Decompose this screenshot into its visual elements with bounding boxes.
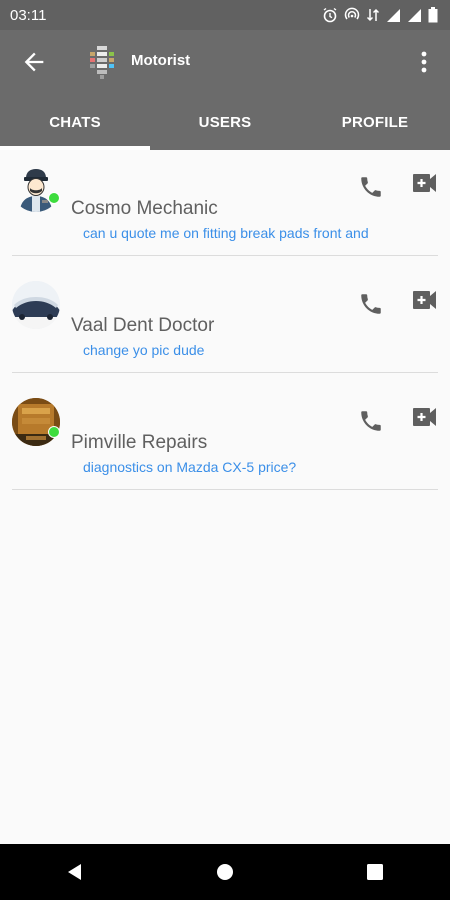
divider	[12, 372, 438, 373]
app-title: Motorist	[131, 52, 191, 69]
nav-home-button[interactable]	[195, 852, 255, 892]
chat-item-pimville-repairs[interactable]: Pimville Repairs diagnostics on Mazda CX…	[0, 384, 450, 501]
chat-contact-name: Cosmo Mechanic	[71, 198, 218, 219]
nav-recents-button[interactable]	[345, 852, 405, 892]
phone-icon[interactable]	[358, 408, 384, 434]
tab-chats[interactable]: CHATS	[0, 94, 150, 150]
tab-chats-label: CHATS	[49, 113, 101, 131]
divider	[12, 489, 438, 490]
chat-contact-name: Vaal Dent Doctor	[71, 315, 215, 336]
app-logo	[90, 46, 114, 79]
more-vert-icon[interactable]	[412, 48, 436, 76]
system-nav-bar	[0, 844, 450, 900]
chat-last-message: can u quote me on fitting break pads fro…	[83, 225, 369, 241]
chat-last-message: diagnostics on Mazda CX-5 price?	[83, 459, 297, 475]
online-status-dot	[48, 192, 60, 204]
tab-users[interactable]: USERS	[150, 94, 300, 150]
nav-back-button[interactable]	[45, 852, 105, 892]
back-triangle-icon	[68, 864, 81, 880]
chat-contact-name: Pimville Repairs	[71, 432, 208, 453]
signal-icon	[387, 8, 400, 22]
battery-icon	[428, 7, 438, 23]
phone-icon[interactable]	[358, 174, 384, 200]
app-bar: Motorist	[0, 30, 450, 94]
tab-users-label: USERS	[198, 113, 252, 131]
avatar[interactable]	[12, 164, 60, 212]
signal-icon	[408, 8, 421, 22]
hotspot-icon	[344, 7, 360, 20]
chat-item-vaal-dent-doctor[interactable]: Vaal Dent Doctor change yo pic dude	[0, 267, 450, 384]
recents-square-icon	[367, 864, 383, 880]
video-call-icon[interactable]	[412, 172, 438, 194]
status-bar: 03:11	[0, 0, 450, 30]
chat-list: Cosmo Mechanic can u quote me on fitting…	[0, 150, 450, 501]
phone-icon[interactable]	[358, 291, 384, 317]
video-call-icon[interactable]	[412, 289, 438, 311]
avatar[interactable]	[12, 398, 60, 446]
status-icons	[322, 7, 438, 23]
home-circle-icon	[217, 864, 233, 880]
tab-profile[interactable]: PROFILE	[300, 94, 450, 150]
video-call-icon[interactable]	[412, 406, 438, 428]
data-icon	[366, 8, 380, 22]
arrow-back-icon[interactable]	[20, 48, 48, 76]
divider	[12, 255, 438, 256]
avatar[interactable]	[12, 281, 60, 329]
tab-profile-label: PROFILE	[341, 113, 409, 131]
tab-bar: CHATS USERS PROFILE	[0, 94, 450, 150]
status-time: 03:11	[10, 6, 47, 24]
chat-item-cosmo-mechanic[interactable]: Cosmo Mechanic can u quote me on fitting…	[0, 150, 450, 267]
alarm-icon	[323, 7, 337, 23]
chat-last-message: change yo pic dude	[83, 342, 205, 358]
online-status-dot	[48, 426, 60, 438]
